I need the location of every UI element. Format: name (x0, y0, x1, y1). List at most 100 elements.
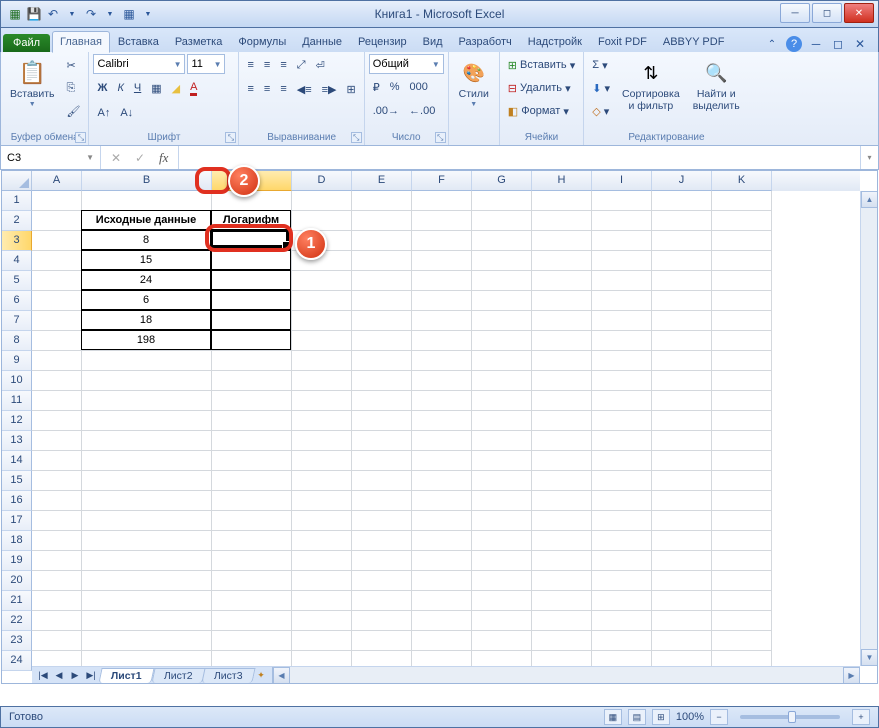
cell[interactable] (532, 511, 592, 531)
cell[interactable] (652, 631, 712, 651)
doc-minimize-icon[interactable]: ─ (808, 36, 824, 52)
cell[interactable] (412, 591, 472, 611)
cell[interactable] (592, 531, 652, 551)
align-right-button[interactable]: ≡ (276, 78, 290, 100)
tab-foxit[interactable]: Foxit PDF (590, 31, 655, 52)
cell[interactable] (412, 251, 472, 271)
cell[interactable] (212, 351, 292, 371)
cell[interactable] (82, 531, 212, 551)
cell[interactable] (592, 411, 652, 431)
cell[interactable] (292, 591, 352, 611)
cell[interactable] (652, 611, 712, 631)
cell[interactable] (32, 591, 82, 611)
cell[interactable] (712, 311, 772, 331)
cell[interactable] (292, 371, 352, 391)
font-name-select[interactable]: Calibri▼ (93, 54, 185, 74)
col-header-I[interactable]: I (592, 171, 652, 191)
cell[interactable] (32, 191, 82, 211)
tab-data[interactable]: Данные (294, 31, 350, 52)
cell[interactable] (82, 591, 212, 611)
cell[interactable] (292, 571, 352, 591)
cell[interactable] (652, 371, 712, 391)
cell[interactable] (652, 311, 712, 331)
data-cell[interactable] (211, 250, 291, 270)
cell[interactable] (532, 631, 592, 651)
enter-formula-icon[interactable]: ✓ (131, 151, 149, 165)
data-cell[interactable]: 198 (81, 330, 211, 350)
row-header-14[interactable]: 14 (2, 451, 32, 471)
cell[interactable] (32, 551, 82, 571)
doc-restore-icon[interactable]: ◻ (830, 36, 846, 52)
horizontal-scrollbar[interactable]: ◀ ▶ (272, 667, 860, 683)
cell[interactable] (592, 391, 652, 411)
align-top-button[interactable]: ≡ (243, 54, 257, 76)
row-header-1[interactable]: 1 (2, 191, 32, 211)
orientation-button[interactable]: ⤢ (293, 54, 310, 76)
cell[interactable] (32, 371, 82, 391)
scroll-right-button[interactable]: ▶ (843, 667, 860, 684)
tab-developer[interactable]: Разработч (451, 31, 520, 52)
cell[interactable] (212, 451, 292, 471)
row-header-3[interactable]: 3 (2, 231, 32, 251)
cell[interactable] (472, 451, 532, 471)
cell[interactable] (292, 611, 352, 631)
cell[interactable] (592, 291, 652, 311)
row-header-21[interactable]: 21 (2, 591, 32, 611)
data-cell[interactable]: 8 (81, 230, 211, 250)
copy-button[interactable]: ⎘ (63, 77, 85, 99)
cell[interactable] (412, 451, 472, 471)
cell[interactable] (592, 431, 652, 451)
cell[interactable] (352, 271, 412, 291)
cell[interactable] (592, 471, 652, 491)
col-header-D[interactable]: D (292, 171, 352, 191)
col-header-E[interactable]: E (352, 171, 412, 191)
cell[interactable] (532, 491, 592, 511)
cell[interactable] (472, 431, 532, 451)
zoom-in-button[interactable]: + (852, 709, 870, 725)
col-header-K[interactable]: K (712, 171, 772, 191)
cell[interactable] (292, 291, 352, 311)
cell[interactable] (82, 431, 212, 451)
cell[interactable] (532, 251, 592, 271)
cell[interactable] (352, 431, 412, 451)
cell[interactable] (292, 451, 352, 471)
cell[interactable] (352, 211, 412, 231)
cell[interactable] (412, 311, 472, 331)
row-header-24[interactable]: 24 (2, 651, 32, 671)
minimize-button[interactable]: ─ (780, 3, 810, 23)
cell[interactable] (712, 271, 772, 291)
cell[interactable] (32, 231, 82, 251)
align-dialog-icon[interactable]: ⤡ (351, 132, 362, 143)
cell[interactable] (712, 231, 772, 251)
cell[interactable] (82, 451, 212, 471)
data-cell[interactable]: 24 (81, 270, 211, 290)
cell[interactable] (592, 251, 652, 271)
cell[interactable] (292, 271, 352, 291)
cell[interactable] (82, 191, 212, 211)
cell[interactable] (532, 191, 592, 211)
cells-area[interactable]: Исходные данныеЛогарифм81524618198 (32, 191, 860, 666)
tab-insert[interactable]: Вставка (110, 31, 167, 52)
cell[interactable] (532, 571, 592, 591)
increase-indent-button[interactable]: ≡▶ (318, 78, 341, 100)
vertical-scrollbar[interactable]: ▲ ▼ (860, 191, 877, 666)
cell[interactable] (412, 531, 472, 551)
cell[interactable] (82, 551, 212, 571)
cell[interactable] (712, 191, 772, 211)
scroll-up-button[interactable]: ▲ (861, 191, 878, 208)
cell[interactable] (212, 571, 292, 591)
cell[interactable] (472, 511, 532, 531)
cell[interactable] (82, 351, 212, 371)
insert-cells-button[interactable]: ⊞ Вставить ▾ (504, 54, 580, 76)
cell[interactable] (292, 191, 352, 211)
cell[interactable] (532, 611, 592, 631)
decrease-font-button[interactable]: A↓ (116, 102, 137, 124)
cell[interactable] (712, 251, 772, 271)
cell[interactable] (532, 471, 592, 491)
cell[interactable] (472, 291, 532, 311)
cell[interactable] (592, 371, 652, 391)
zoom-thumb[interactable] (788, 711, 796, 723)
cell[interactable] (652, 591, 712, 611)
cell[interactable] (472, 191, 532, 211)
cell[interactable] (352, 611, 412, 631)
